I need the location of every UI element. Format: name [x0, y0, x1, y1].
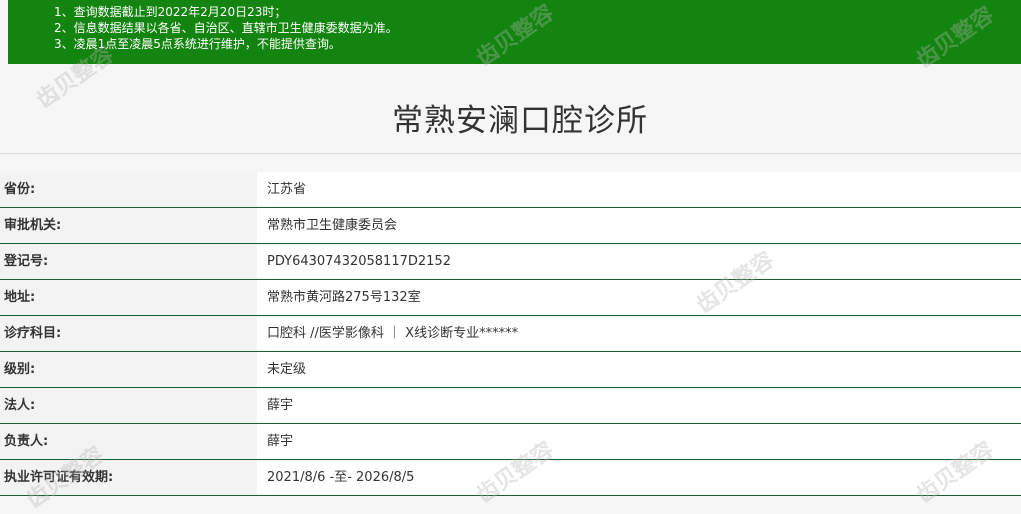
detail-row-license-validity: 执业许可证有效期: 2021/8/6 -至- 2026/8/5 — [0, 460, 1021, 496]
detail-label: 省份: — [0, 172, 257, 207]
detail-value: 口腔科 //医学影像科 ｜ X线诊断专业****** — [257, 316, 1021, 351]
page-title: 常熟安澜口腔诊所 — [392, 103, 648, 139]
detail-value: 薛宇 — [257, 388, 1021, 423]
detail-label: 执业许可证有效期: — [0, 460, 257, 495]
detail-row-registration-number: 登记号: PDY64307432058117D2152 — [0, 244, 1021, 280]
detail-value: 江苏省 — [257, 172, 1021, 207]
detail-label: 审批机关: — [0, 208, 257, 243]
detail-value: 常熟市卫生健康委员会 — [257, 208, 1021, 243]
detail-value: 2021/8/6 -至- 2026/8/5 — [257, 460, 1021, 495]
detail-label: 负责人: — [0, 424, 257, 459]
detail-row-legal-person: 法人: 薛宇 — [0, 388, 1021, 424]
detail-label: 诊疗科目: — [0, 316, 257, 351]
details-table: 省份: 江苏省 审批机关: 常熟市卫生健康委员会 登记号: PDY6430743… — [0, 172, 1021, 496]
detail-row-departments: 诊疗科目: 口腔科 //医学影像科 ｜ X线诊断专业****** — [0, 316, 1021, 352]
notice-line-1: 1、查询数据截止到2022年2月20日23时； — [54, 5, 287, 19]
detail-row-level: 级别: 未定级 — [0, 352, 1021, 388]
detail-value: 薛宇 — [257, 424, 1021, 459]
title-divider — [0, 153, 1021, 154]
detail-row-approval-authority: 审批机关: 常熟市卫生健康委员会 — [0, 208, 1021, 244]
detail-label: 级别: — [0, 352, 257, 387]
detail-row-address: 地址: 常熟市黄河路275号132室 — [0, 280, 1021, 316]
detail-label: 地址: — [0, 280, 257, 315]
detail-value: 未定级 — [257, 352, 1021, 387]
detail-row-province: 省份: 江苏省 — [0, 172, 1021, 208]
detail-label: 登记号: — [0, 244, 257, 279]
notice-banner: 1、查询数据截止到2022年2月20日23时； 2、信息数据结果以各省、自治区、… — [8, 0, 1021, 64]
detail-value: 常熟市黄河路275号132室 — [257, 280, 1021, 315]
detail-row-person-in-charge: 负责人: 薛宇 — [0, 424, 1021, 460]
notice-line-2: 2、信息数据结果以各省、自治区、直辖市卫生健康委数据为准。 — [54, 21, 398, 35]
detail-label: 法人: — [0, 388, 257, 423]
notice-line-3: 3、凌晨1点至凌晨5点系统进行维护，不能提供查询。 — [54, 37, 341, 51]
detail-value: PDY64307432058117D2152 — [257, 244, 1021, 279]
